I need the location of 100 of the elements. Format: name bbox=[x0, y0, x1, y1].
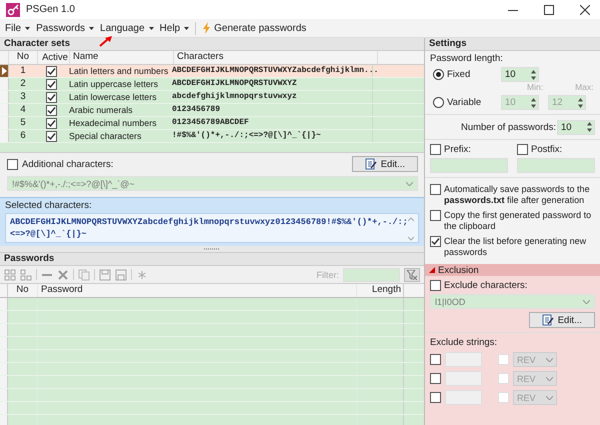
spin-arrows-icon[interactable] bbox=[530, 96, 537, 108]
asterisk-icon[interactable] bbox=[136, 268, 148, 280]
table-cell-text: Special characters bbox=[68, 130, 142, 142]
checkbox[interactable] bbox=[430, 392, 441, 403]
delete-icon[interactable] bbox=[57, 268, 69, 280]
section-title: Passwords bbox=[0, 253, 424, 266]
field-label: Exclude strings: bbox=[430, 337, 498, 348]
table-cell-text: Latin uppercase letters bbox=[68, 78, 159, 90]
string-field[interactable] bbox=[445, 390, 482, 405]
clear-filter-button[interactable] bbox=[404, 268, 420, 282]
window-title: PSGen 1.0 bbox=[26, 4, 75, 15]
selected-characters-field[interactable]: ABCDEFGHIJKLMNOPQRSTUVWXYZabcdefghijklmnopqrstuvwxyz0123456789!#$%&'()*+,-./:;<=>?@[\]^_`{|}~ bbox=[5, 213, 419, 243]
radio-button[interactable] bbox=[433, 97, 444, 108]
checkbox[interactable] bbox=[430, 210, 441, 221]
checkbox[interactable] bbox=[430, 236, 441, 247]
annotation-arrow bbox=[99, 34, 114, 46]
prefix-field[interactable] bbox=[430, 158, 508, 173]
app-icon bbox=[6, 2, 20, 16]
field-label: Min: bbox=[527, 82, 544, 92]
row-pointer-icon bbox=[2, 67, 6, 75]
checkbox[interactable] bbox=[46, 130, 56, 142]
table-cell: abcdefghijklmnopqrstuvwxyz bbox=[169, 91, 373, 103]
menu-item[interactable]: Passwords bbox=[33, 22, 98, 34]
postfix-field[interactable] bbox=[517, 158, 595, 173]
checkbox[interactable] bbox=[430, 184, 441, 195]
caret-icon[interactable] bbox=[406, 182, 413, 186]
section-title: Settings bbox=[425, 38, 600, 51]
table-cell-text: Arabic numerals bbox=[68, 104, 134, 116]
string-field[interactable] bbox=[445, 371, 482, 386]
checkbox[interactable] bbox=[46, 92, 56, 102]
caret-icon[interactable] bbox=[546, 396, 553, 400]
save-icon[interactable] bbox=[99, 268, 111, 280]
table-cell: !#$%&'()*+,-./:;<=>?@[\]^_`{|}~ bbox=[169, 130, 373, 142]
select-all-icon[interactable] bbox=[4, 268, 16, 280]
checkbox[interactable] bbox=[517, 144, 528, 155]
characters-combo[interactable]: !#$%&'()*+,-./:;<=>?@[\]^_`@~ bbox=[7, 176, 418, 191]
checkbox[interactable] bbox=[430, 144, 441, 155]
spin-arrows-icon[interactable] bbox=[530, 68, 537, 80]
generate-button[interactable]: Generate passwords bbox=[199, 21, 310, 35]
table-cell-text: 4 bbox=[19, 104, 27, 116]
edit-button[interactable]: Edit... bbox=[528, 312, 595, 328]
radio-button[interactable] bbox=[433, 69, 444, 80]
table-row[interactable]: 3 Latin lowercase letters abcdefghijklmnopqrstuvwxyz bbox=[0, 91, 424, 104]
lightning-icon bbox=[202, 22, 212, 34]
section-title[interactable]: Exclusion bbox=[425, 264, 600, 276]
deselect-icon[interactable] bbox=[20, 268, 32, 280]
caret-icon[interactable] bbox=[546, 376, 553, 380]
scroll-arrows-icon[interactable] bbox=[408, 216, 414, 242]
checkbox[interactable] bbox=[46, 118, 56, 128]
field-label: Filter: bbox=[316, 270, 339, 280]
triangle-icon[interactable] bbox=[429, 267, 435, 273]
checkbox[interactable] bbox=[7, 158, 18, 170]
table-cell-text: 3 bbox=[19, 91, 27, 103]
section-title: Character sets bbox=[0, 38, 424, 51]
save-as-icon[interactable] bbox=[115, 268, 127, 280]
column-header[interactable]: Characters bbox=[174, 51, 378, 64]
radio-label: Variable bbox=[446, 97, 482, 108]
column-header[interactable]: No bbox=[9, 51, 38, 64]
string-field[interactable] bbox=[445, 352, 482, 367]
spin-arrows-icon[interactable] bbox=[577, 96, 584, 108]
menu-item[interactable]: Help bbox=[156, 22, 192, 34]
checkbox[interactable] bbox=[46, 66, 56, 76]
edit-icon bbox=[364, 158, 377, 170]
close-icon[interactable] bbox=[580, 4, 590, 14]
field-label: Additional characters: bbox=[22, 158, 114, 170]
option-label: Copy the first generated password to the clipboard bbox=[444, 210, 592, 232]
edit-button[interactable]: Edit... bbox=[352, 156, 418, 172]
characters-combo[interactable]: l1|I0OD bbox=[430, 294, 595, 309]
caret-icon[interactable] bbox=[546, 358, 553, 362]
field-label: Postfix: bbox=[531, 144, 562, 155]
option-label: Automatically save passwords to the passwords.txt file after generation bbox=[444, 184, 591, 206]
column-header[interactable]: Active bbox=[38, 51, 70, 64]
splitter-handle-icon[interactable] bbox=[204, 248, 220, 250]
spin-arrows-icon[interactable] bbox=[586, 121, 593, 133]
table-cell: 0123456789ABCDEF bbox=[169, 117, 373, 129]
field-label: Exclude characters: bbox=[444, 280, 528, 291]
checkbox[interactable] bbox=[46, 78, 56, 90]
table-row[interactable]: 1 Latin letters and numbers ABCDEFGHIJKLMNOPQRSTUVWXYZabcdefghijklmn... bbox=[0, 65, 424, 78]
caret-icon[interactable] bbox=[583, 300, 590, 304]
menu-item[interactable]: Language bbox=[97, 22, 157, 34]
filter-field[interactable] bbox=[343, 268, 400, 282]
menu-item[interactable]: File bbox=[2, 22, 34, 34]
field-label: Password length: bbox=[430, 53, 504, 64]
table-row[interactable]: 4 Arabic numerals 0123456789 bbox=[0, 104, 424, 117]
table-cell: ABCDEFGHIJKLMNOPQRSTUVWXYZ bbox=[169, 78, 373, 90]
length-spinbox[interactable]: 10 bbox=[501, 67, 539, 82]
table-cell-text: Latin lowercase letters bbox=[68, 91, 158, 103]
maximize-icon[interactable] bbox=[544, 4, 554, 14]
count-spinbox[interactable]: 10 bbox=[557, 120, 595, 134]
checkbox[interactable] bbox=[430, 354, 441, 365]
checkbox[interactable] bbox=[430, 373, 441, 384]
table-row[interactable]: 2 Latin uppercase letters ABCDEFGHIJKLMNOPQRSTUVWXYZ bbox=[0, 78, 424, 91]
table-row[interactable]: 6 Special characters !#$%&'()*+,-./:;<=>?@[\]^_`{|}~ bbox=[0, 130, 424, 143]
table-cell: 0123456789 bbox=[169, 104, 373, 116]
column-header[interactable]: Name bbox=[70, 51, 174, 64]
checkbox[interactable] bbox=[430, 280, 441, 291]
table-cell-text: 2 bbox=[19, 78, 27, 90]
table-row[interactable]: 5 Hexadecimal numbers 0123456789ABCDEF bbox=[0, 117, 424, 130]
field-label: Prefix: bbox=[444, 144, 471, 155]
checkbox[interactable] bbox=[46, 104, 56, 116]
